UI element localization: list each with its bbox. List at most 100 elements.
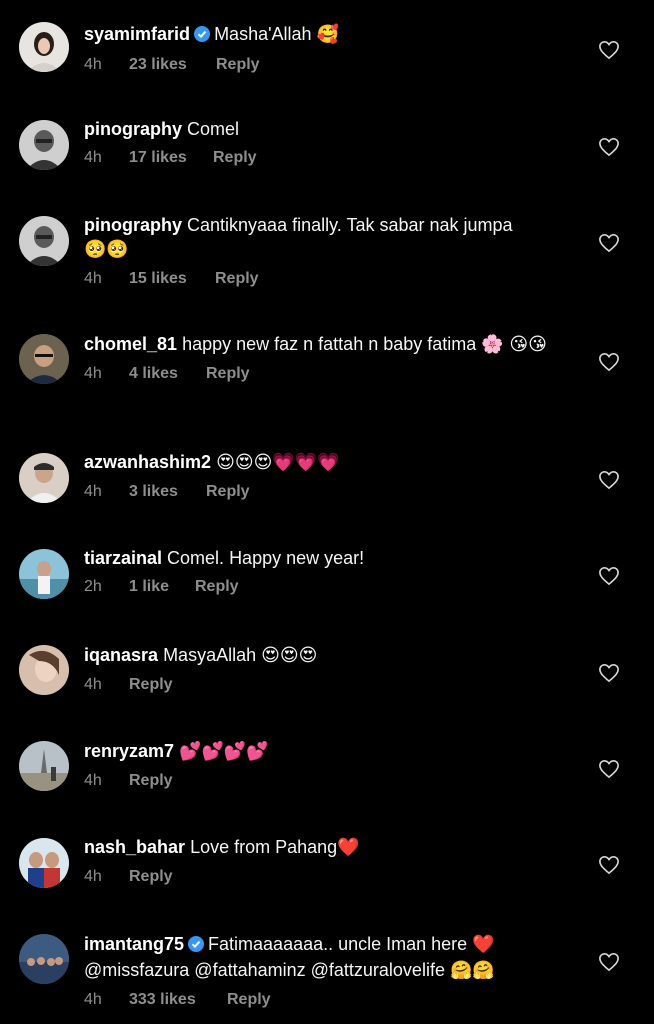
- comment-username[interactable]: azwanhashim2: [84, 452, 211, 472]
- comment-body: Fatimaaaaaaa.. uncle Iman here: [208, 934, 468, 954]
- comment-mentions[interactable]: @missfazura @fattahaminz @fattzuraloveli…: [84, 960, 445, 980]
- like-button[interactable]: [598, 566, 622, 588]
- comment-likes[interactable]: 23 likes: [129, 56, 216, 74]
- comment-text: chomel_81 happy new faz n fattah n baby …: [84, 332, 564, 357]
- comment-username[interactable]: pinography: [84, 215, 182, 235]
- comment-time: 2h: [84, 578, 102, 595]
- avatar[interactable]: [19, 216, 69, 266]
- comment-body: MasyaAllah: [163, 645, 257, 665]
- like-button[interactable]: [598, 663, 622, 685]
- comment-meta: 4h 23 likes Reply: [84, 56, 564, 74]
- comment-time: 4h: [84, 149, 102, 166]
- like-button[interactable]: [598, 40, 622, 62]
- comment-meta: 2h 1 like Reply: [84, 578, 564, 596]
- comment-time: 4h: [84, 868, 102, 885]
- like-button[interactable]: [598, 759, 622, 781]
- comment-emoji: 🥺🥺: [84, 239, 129, 260]
- comment-username[interactable]: syamimfarid: [84, 24, 190, 44]
- comment-meta: 4h 3 likes Reply: [84, 483, 564, 501]
- comment-time: 4h: [84, 270, 102, 287]
- comment-meta: 4h Reply: [84, 772, 564, 790]
- comment-body: Masha'Allah: [214, 24, 312, 44]
- reply-button[interactable]: Reply: [129, 772, 173, 790]
- comment-likes[interactable]: 3 likes: [129, 483, 206, 501]
- heart-outline-icon: [599, 759, 619, 779]
- heart-outline-icon: [599, 137, 619, 157]
- comment-username[interactable]: tiarzainal: [84, 548, 162, 568]
- like-button[interactable]: [598, 352, 622, 374]
- heart-outline-icon: [599, 40, 619, 60]
- comment-emoji: 🌸 😘😘: [481, 334, 547, 355]
- comment-username[interactable]: pinography: [84, 119, 182, 139]
- comment-body: Comel: [187, 119, 240, 139]
- comment-time: 4h: [84, 991, 102, 1008]
- comment-username[interactable]: iqanasra: [84, 645, 158, 665]
- comment-body: happy new faz n fattah n baby fatima: [182, 334, 477, 354]
- avatar[interactable]: [19, 120, 69, 170]
- reply-button[interactable]: Reply: [129, 868, 173, 886]
- comment-emoji: ❤️: [337, 837, 360, 858]
- avatar[interactable]: [19, 22, 69, 72]
- comment-time: 4h: [84, 56, 102, 73]
- reply-button[interactable]: Reply: [215, 270, 259, 288]
- like-button[interactable]: [598, 855, 622, 877]
- comment-text: imantang75 Fatimaaaaaaa.. uncle Iman here…: [84, 932, 564, 983]
- avatar[interactable]: [19, 934, 69, 984]
- comment-text: renryzam7 💕💕💕💕: [84, 739, 564, 764]
- comment-username[interactable]: imantang75: [84, 934, 184, 954]
- reply-button[interactable]: Reply: [227, 991, 271, 1009]
- heart-outline-icon: [599, 855, 619, 875]
- comment-emoji: 😍😍😍: [261, 645, 318, 666]
- comment-emoji: ❤️: [472, 934, 495, 955]
- like-button[interactable]: [598, 952, 622, 974]
- comment-likes[interactable]: 1 like: [129, 578, 195, 596]
- comment-emoji: 🤗🤗: [449, 960, 495, 981]
- comment-time: 4h: [84, 483, 102, 500]
- comment-text: pinography Comel: [84, 117, 564, 141]
- reply-button[interactable]: Reply: [195, 578, 239, 596]
- comment-likes[interactable]: 4 likes: [129, 365, 206, 383]
- comment-meta: 4h 4 likes Reply: [84, 365, 564, 383]
- reply-button[interactable]: Reply: [206, 365, 250, 383]
- comment-likes[interactable]: 17 likes: [129, 149, 213, 167]
- comment-likes[interactable]: 333 likes: [129, 991, 227, 1009]
- comment-body: Cantiknyaaa finally. Tak sabar nak jumpa: [187, 215, 513, 235]
- like-button[interactable]: [598, 233, 622, 255]
- verified-badge-icon: [194, 24, 211, 48]
- heart-outline-icon: [599, 663, 619, 683]
- avatar[interactable]: [19, 838, 69, 888]
- comment-time: 4h: [84, 772, 102, 789]
- heart-outline-icon: [599, 352, 619, 372]
- comment-text: iqanasra MasyaAllah 😍😍😍: [84, 643, 564, 668]
- heart-outline-icon: [599, 566, 619, 586]
- comment-username[interactable]: chomel_81: [84, 334, 177, 354]
- comment-text: pinography Cantiknyaaa finally. Tak saba…: [84, 213, 564, 262]
- comment-text: tiarzainal Comel. Happy new year!: [84, 546, 564, 570]
- avatar[interactable]: [19, 645, 69, 695]
- reply-button[interactable]: Reply: [129, 676, 173, 694]
- comment-time: 4h: [84, 365, 102, 382]
- comment-body: Comel. Happy new year!: [167, 548, 365, 568]
- reply-button[interactable]: Reply: [206, 483, 250, 501]
- like-button[interactable]: [598, 137, 622, 159]
- avatar[interactable]: [19, 453, 69, 503]
- comment-meta: 4h Reply: [84, 676, 564, 694]
- reply-button[interactable]: Reply: [213, 149, 257, 167]
- comment-text: nash_bahar Love from Pahang❤️: [84, 835, 564, 860]
- comment-emoji: 💕💕💕💕: [179, 741, 269, 762]
- heart-outline-icon: [599, 233, 619, 253]
- like-button[interactable]: [598, 470, 622, 492]
- avatar[interactable]: [19, 549, 69, 599]
- comment-username[interactable]: nash_bahar: [84, 837, 185, 857]
- comment-likes[interactable]: 15 likes: [129, 270, 215, 288]
- verified-badge-icon: [188, 934, 205, 958]
- reply-button[interactable]: Reply: [216, 56, 260, 74]
- avatar[interactable]: [19, 741, 69, 791]
- avatar[interactable]: [19, 334, 69, 384]
- comment-meta: 4h 333 likes Reply: [84, 991, 564, 1009]
- comment-text: syamimfarid Masha'Allah 🥰: [84, 22, 564, 48]
- comment-username[interactable]: renryzam7: [84, 741, 174, 761]
- comment-emoji: 🥰: [316, 24, 339, 45]
- comment-meta: 4h Reply: [84, 868, 564, 886]
- comment-time: 4h: [84, 676, 102, 693]
